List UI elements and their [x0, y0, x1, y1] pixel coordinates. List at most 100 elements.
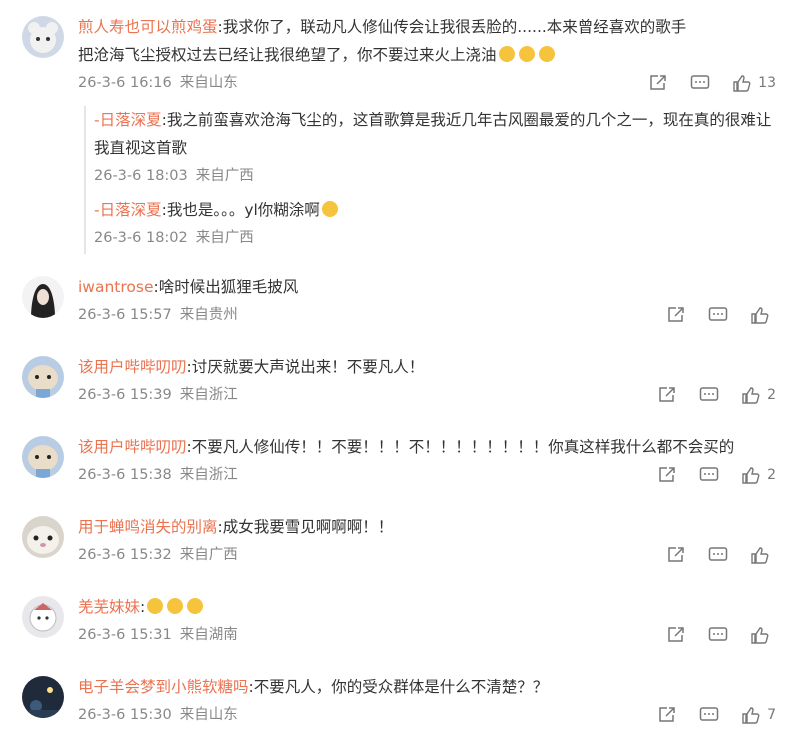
share-icon [668, 307, 684, 322]
location: 来自浙江 [179, 467, 238, 483]
comment-button[interactable] [699, 386, 719, 404]
location: 来自山东 [179, 707, 238, 723]
comment-button[interactable] [690, 74, 710, 92]
share-button[interactable] [666, 626, 686, 644]
comment-button[interactable] [708, 626, 728, 644]
username-link[interactable]: 该用户哔哔叨叨 [78, 438, 187, 456]
like-icon [733, 75, 751, 92]
comment-icon [690, 75, 710, 89]
comment-button[interactable] [699, 466, 719, 484]
username-link[interactable]: 该用户哔哔叨叨 [78, 358, 187, 376]
timestamp: 26-3-6 15:38 [78, 467, 172, 483]
username-link[interactable]: iwantrose [78, 278, 154, 296]
username-link[interactable]: 用于蝉鸣消失的别离 [78, 518, 218, 536]
avatar[interactable] [22, 676, 64, 718]
share-icon [650, 75, 666, 90]
share-icon [659, 387, 675, 402]
share-button[interactable] [666, 306, 686, 324]
like-button[interactable]: 13 [732, 69, 776, 97]
timestamp: 26-3-6 15:32 [78, 547, 172, 563]
comment-actions: 2 [635, 381, 776, 409]
like-button[interactable] [750, 306, 776, 324]
comment-actions [644, 301, 776, 329]
comment-text: 羌芜妹妹: [78, 593, 776, 621]
share-button[interactable] [657, 706, 677, 724]
comment-meta: 26-3-6 15:38 来自浙江 2 [78, 461, 776, 489]
location: 来自广西 [179, 547, 238, 563]
comment-actions: 2 [635, 461, 776, 489]
avatar[interactable] [22, 16, 64, 58]
like-button[interactable] [750, 626, 776, 644]
location: 来自广西 [195, 168, 254, 184]
comment-content: : [140, 598, 146, 616]
comment-icon [708, 627, 728, 641]
like-icon [751, 307, 769, 324]
like-count: 7 [767, 707, 776, 723]
avatar[interactable] [22, 356, 64, 398]
timestamp: 26-3-6 16:16 [78, 75, 172, 91]
share-button[interactable] [657, 386, 677, 404]
comment-icon [699, 387, 719, 401]
avatar[interactable] [22, 436, 64, 478]
like-button[interactable] [750, 546, 776, 564]
like-button[interactable]: 2 [741, 381, 776, 409]
location: 来自广西 [195, 230, 254, 246]
smile-emoji-icon [498, 46, 515, 62]
like-count: 13 [758, 75, 776, 91]
like-icon [742, 467, 760, 484]
comment-button[interactable] [699, 706, 719, 724]
comment-button[interactable] [708, 546, 728, 564]
comment-meta: 26-3-6 15:57 来自贵州 [78, 301, 776, 329]
like-icon [751, 627, 769, 644]
share-button[interactable] [648, 74, 668, 92]
username-link[interactable]: 煎人寿也可以煎鸡蛋 [78, 18, 218, 36]
comment-meta: 26-3-6 15:32 来自广西 [78, 541, 776, 569]
avatar[interactable] [22, 596, 64, 638]
like-button[interactable]: 7 [741, 701, 776, 729]
reply-item: -日落深夏:我之前蛮喜欢沧海飞尘的，这首歌算是我近几年古风圈最爱的几个之一，现在… [94, 106, 771, 190]
timestamp: 26-3-6 15:39 [78, 387, 172, 403]
share-button[interactable] [657, 466, 677, 484]
location: 来自山东 [179, 75, 238, 91]
comment-actions: 13 [626, 69, 776, 97]
timestamp: 26-3-6 15:30 [78, 707, 172, 723]
reply-content: :我之前蛮喜欢沧海飞尘的，这首歌算是我近几年古风圈最爱的几个之一，现在真的很难让… [94, 111, 772, 157]
comment-content: :啥时候出狐狸毛披风 [153, 278, 299, 296]
avatar[interactable] [22, 276, 64, 318]
comment-item: 该用户哔哔叨叨:不要凡人修仙传！！不要！！！不！！！！！！！！你真这样我什么都不… [0, 430, 800, 500]
comment-text: 煎人寿也可以煎鸡蛋:我求你了，联动凡人修仙传会让我很丢脸的......本来曾经喜… [78, 13, 698, 69]
location: 来自贵州 [179, 307, 238, 323]
comment-icon [708, 547, 728, 561]
comment-content: :讨厌就要大声说出来！不要凡人！ [186, 358, 425, 376]
location: 来自浙江 [179, 387, 238, 403]
share-icon [659, 467, 675, 482]
share-button[interactable] [666, 546, 686, 564]
comment-meta: 26-3-6 15:39 来自浙江 2 [78, 381, 776, 409]
comment-meta: 26-3-6 16:16 来自山东 13 [78, 69, 776, 97]
like-count: 2 [767, 467, 776, 483]
timestamp: 26-3-6 18:02 [94, 230, 188, 246]
like-icon [751, 547, 769, 564]
reply-content: :我也是。。。yl你糊涂啊 [161, 201, 320, 219]
comment-content: :不要凡人，你的受众群体是什么不清楚？？ [248, 678, 549, 696]
comment-text: iwantrose:啥时候出狐狸毛披风 [78, 273, 776, 301]
smile-emoji-icon [538, 46, 555, 62]
share-icon [668, 627, 684, 642]
reply-text: -日落深夏:我也是。。。yl你糊涂啊 [94, 196, 766, 224]
comment-icon [699, 707, 719, 721]
grin-emoji-icon [147, 598, 164, 614]
comment-item: 电子羊会梦到小熊软糖吗:不要凡人，你的受众群体是什么不清楚？？ 26-3-6 1… [0, 670, 800, 740]
comment-meta: 26-3-6 15:30 来自山东 7 [78, 701, 776, 729]
reply-meta: 26-3-6 18:02 来自广西 [94, 224, 766, 252]
avatar[interactable] [22, 516, 64, 558]
like-button[interactable]: 2 [741, 461, 776, 489]
location: 来自湖南 [179, 627, 238, 643]
comment-actions: 7 [635, 701, 776, 729]
share-icon [659, 707, 675, 722]
like-icon [742, 387, 760, 404]
username-link[interactable]: -日落深夏 [94, 201, 162, 219]
username-link[interactable]: -日落深夏 [94, 111, 162, 129]
comment-button[interactable] [708, 306, 728, 324]
username-link[interactable]: 电子羊会梦到小熊软糖吗 [78, 678, 249, 696]
username-link[interactable]: 羌芜妹妹 [78, 598, 140, 616]
